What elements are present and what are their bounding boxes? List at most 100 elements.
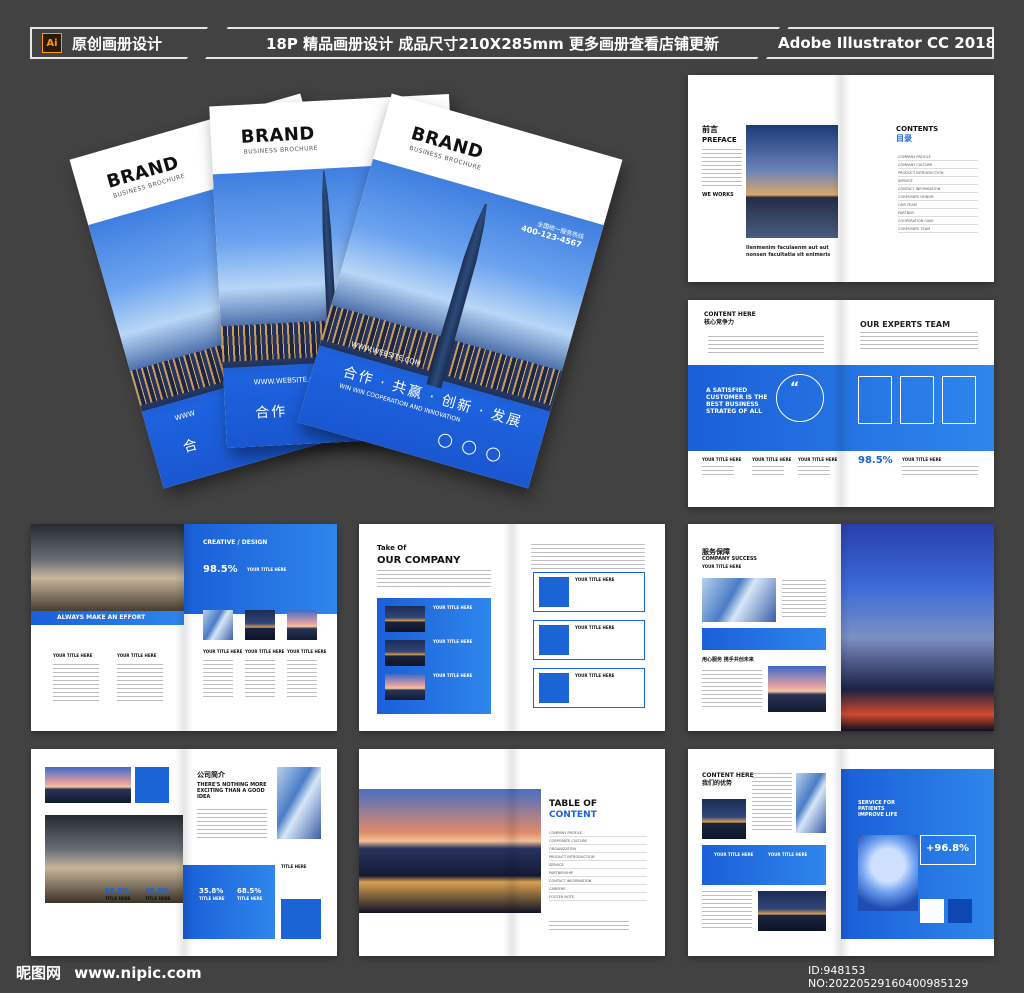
item-title: YOUR TITLE HERE — [752, 457, 792, 462]
toc-title-2: CONTENT — [549, 810, 597, 820]
item-title: YOUR TITLE HERE — [245, 649, 285, 654]
item-title: YOUR TITLE HERE — [798, 457, 838, 462]
toc-row: CORPORATE CULTURE — [549, 837, 647, 845]
city-night-photo — [359, 789, 541, 913]
doc-icon — [920, 899, 944, 923]
toc-label: SERVICE — [898, 178, 913, 183]
preface-en: PREFACE — [702, 136, 737, 144]
spread-success: 服务保障 COMPANY SUCCESS YOUR TITLE HERE 用心服… — [688, 524, 994, 731]
item-title: YOUR TITLE HERE — [433, 605, 473, 610]
toc-row: PARTNER — [898, 209, 978, 217]
network-icon — [135, 767, 169, 803]
toc-row: COMPANY PROFILE — [898, 153, 978, 161]
intro-cn: 公司简介 — [197, 771, 225, 779]
moon-city-photo — [858, 835, 918, 911]
toc-row: CORPORATE HONOR — [898, 193, 978, 201]
item-title: YOUR TITLE HERE — [575, 625, 615, 630]
core-cn: 核心竞争力 — [704, 319, 735, 326]
spread-experts: CONTENT HERE 核心竞争力 OUR EXPERTS TEAM A SA… — [688, 300, 994, 507]
expert-card — [858, 376, 892, 424]
creative-item-title: YOUR TITLE HERE — [247, 567, 287, 572]
item-title: YOUR TITLE HERE — [714, 852, 754, 857]
quote-circle — [776, 374, 824, 422]
toc-row: COMPANY PROFILE — [549, 829, 647, 837]
company-photo — [385, 640, 425, 666]
creative-stat: 98.5% — [203, 564, 238, 575]
item-title: YOUR TITLE HERE — [702, 564, 742, 569]
gear-brain-icon — [539, 577, 569, 607]
cover-brand: BRAND — [240, 123, 316, 148]
toc-label: FOOTER NOTE — [549, 894, 575, 899]
service-text: SERVICE FOR PATIENTS IMPROVE LIFE — [858, 800, 898, 818]
toc-label: COMPANY CULTURE — [898, 162, 933, 167]
stat-label: TITLE HERE — [199, 896, 225, 901]
banner-middle: 18P 精品画册设计 成品尺寸210X285mm 更多画册查看店铺更新 — [205, 27, 780, 59]
experts-title: OUR EXPERTS TEAM — [860, 320, 951, 329]
preface-cn: 前言 — [702, 125, 718, 134]
city-photo — [245, 610, 275, 640]
toc-row: OUR TEAM — [898, 201, 978, 209]
content-here: CONTENT HERE — [702, 772, 754, 779]
item-title: YOUR TITLE HERE — [702, 457, 742, 462]
spread-toc: TABLE OF CONTENT COMPANY PROFILE CORPORAT… — [359, 749, 665, 956]
contents-en: CONTENTS — [896, 125, 939, 133]
item-title: YOUR TITLE HERE — [433, 673, 473, 678]
toc-label: COMPANY PROFILE — [549, 830, 582, 835]
toc-row: PRODUCT INTRODUCTION — [549, 853, 647, 861]
toc-label: ORGANIZATION — [549, 846, 577, 851]
banner-right-label: Adobe Illustrator CC 2018 — [777, 34, 997, 52]
item-title: YOUR TITLE HERE — [433, 639, 473, 644]
molecule-icon — [281, 899, 321, 939]
toc-row: SERVICE — [898, 177, 978, 185]
footer-url[interactable]: www.nipic.com — [74, 964, 201, 982]
toc-title-1: TABLE OF — [549, 799, 598, 809]
toc-label: PARTNER — [898, 210, 914, 215]
toc-label: CORPORATE CULTURE — [549, 838, 588, 843]
banner-middle-label: 18P 精品画册设计 成品尺寸210X285mm 更多画册查看店铺更新 — [266, 34, 719, 53]
footer-id: ID:948153 NO:20220529160400985129 — [808, 964, 969, 990]
toc-label: CAREERS — [549, 886, 566, 891]
contents-cn: 目录 — [896, 134, 912, 143]
cover-slogan: 合作 — [254, 403, 288, 422]
content-here: CONTENT HERE — [704, 311, 756, 318]
stat-3: 35.8% — [199, 887, 224, 895]
gears-icon — [539, 625, 569, 655]
item-title: YOUR TITLE HERE — [203, 649, 243, 654]
spread-preface: 前言 PREFACE WE WORKS Ilenmenim faculaenm … — [688, 75, 994, 282]
company-success: COMPANY SUCCESS — [702, 556, 757, 562]
spread-creative: CREATIVE / DESIGN 98.5% YOUR TITLE HERE … — [31, 524, 337, 731]
footer-logo: 昵图网 www.nipic.com — [16, 962, 202, 983]
preface-caption: Ilenmenim faculaenm aut aut nonsen facul… — [746, 245, 831, 258]
stat-2: 45.5% — [145, 887, 170, 895]
spread-intro: 98.5% 45.5% TITLE HERE TITLE HERE 公司简介 T… — [31, 749, 337, 956]
expert-card — [942, 376, 976, 424]
service-cn: 服务保障 — [702, 548, 730, 556]
illustrator-icon: Ai — [42, 33, 62, 53]
toc-label: PARTNERSHIP — [549, 870, 573, 875]
banner-left: Ai 原创画册设计 — [30, 27, 208, 59]
we-works: WE WORKS — [702, 192, 734, 198]
skyscraper-photo — [702, 578, 776, 622]
title-here: TITLE HERE — [281, 864, 307, 869]
stat-label: TITLE HERE — [145, 896, 171, 901]
target-icon — [948, 899, 972, 923]
dusk-photo — [287, 610, 317, 640]
spread-advantage: CONTENT HERE 我们的优势 YOUR TITLE HERE YOUR … — [688, 749, 994, 956]
toc-row: SERVICE — [549, 861, 647, 869]
toc-label: PRODUCT INTRODUCTION — [549, 854, 595, 859]
toc-label: OUR TEAM — [898, 202, 917, 207]
toc-row: PARTNERSHIP — [549, 869, 647, 877]
item-title: YOUR TITLE HERE — [575, 673, 615, 678]
item-title: YOUR TITLE HERE — [53, 653, 93, 658]
item-title: YOUR TITLE HERE — [768, 852, 808, 857]
toc-label: COMPANY PROFILE — [898, 154, 931, 159]
toc-row: PRODUCT INTRODUCTION — [898, 169, 978, 177]
city-photo — [702, 799, 746, 839]
preface-photo — [746, 125, 838, 238]
building-photo — [796, 773, 826, 833]
experts-stat: 98.5% — [858, 455, 893, 466]
item-title: YOUR TITLE HERE — [575, 577, 615, 582]
item-title: YOUR TITLE HERE — [902, 457, 942, 462]
toc-row: FOOTER NOTE — [549, 893, 647, 901]
contents-list: COMPANY PROFILE COMPANY CULTURE PRODUCT IN… — [898, 153, 978, 233]
